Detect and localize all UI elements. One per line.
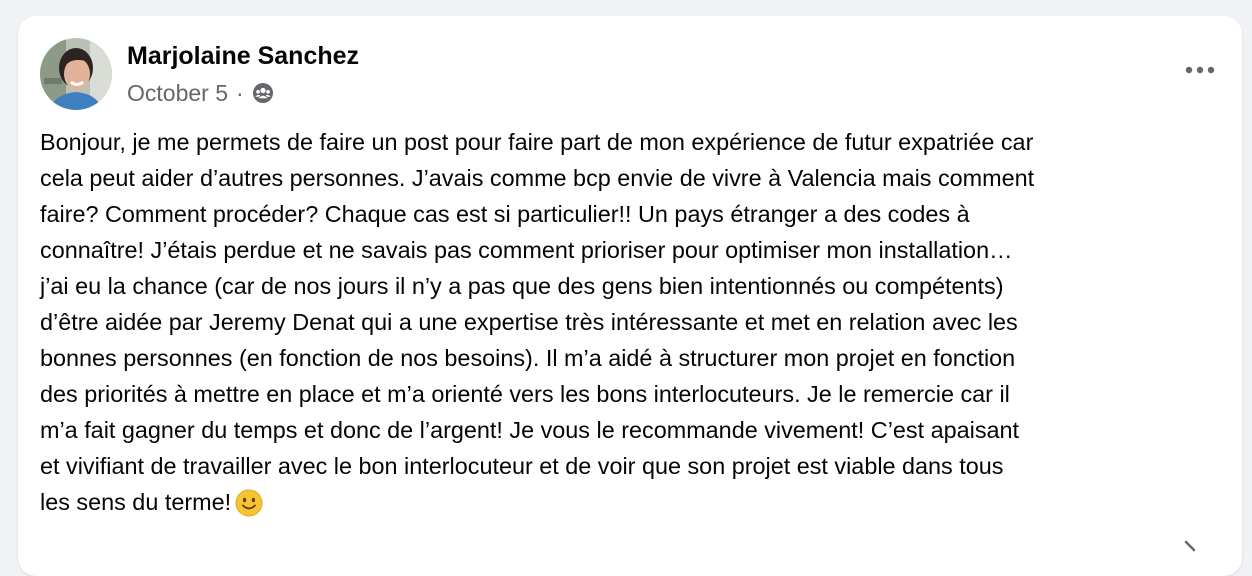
post-text-line: et vivifiant de travailler avec le bon i… [40, 453, 1004, 479]
post-card: Marjolaine Sanchez October 5 · Bonjour, … [18, 16, 1242, 576]
post-meta: October 5 · [127, 78, 274, 108]
more-options-icon [1185, 66, 1215, 74]
post-text-line: Bonjour, je me permets de faire un post … [40, 129, 1034, 155]
more-options-button[interactable] [1180, 50, 1220, 90]
smiling-face-emoji-icon [235, 489, 263, 527]
post-text-line-last: les sens du terme! [40, 484, 1228, 520]
post-date[interactable]: October 5 [127, 80, 228, 107]
post-text-line-content: les sens du terme! [40, 489, 232, 515]
group-audience-icon[interactable] [252, 82, 274, 104]
post-text-line: des priorités à mettre en place et m’a o… [40, 381, 1010, 407]
author-name[interactable]: Marjolaine Sanchez [127, 41, 359, 71]
meta-separator: · [236, 79, 244, 106]
post-body: Bonjour, je me permets de faire un post … [40, 124, 1228, 520]
post-text-line: bonnes personnes (en fonction de nos bes… [40, 345, 1016, 371]
avatar-photo [40, 38, 112, 110]
post-text-line: m’a fait gagner du temps et donc de l’ar… [40, 417, 1020, 443]
chevron-right-icon[interactable] [1180, 540, 1200, 560]
post-text-line: connaître! J’étais perdue et ne savais p… [40, 237, 1013, 263]
post-text-line: d’être aidée par Jeremy Denat qui a une … [40, 309, 1018, 335]
post-text-line: cela peut aider d’autres personnes. J’av… [40, 165, 1035, 191]
post-text-line: j’ai eu la chance (car de nos jours il n… [40, 273, 1004, 299]
post-text-line: faire? Comment procéder? Chaque cas est … [40, 201, 970, 227]
author-avatar[interactable] [40, 38, 112, 110]
